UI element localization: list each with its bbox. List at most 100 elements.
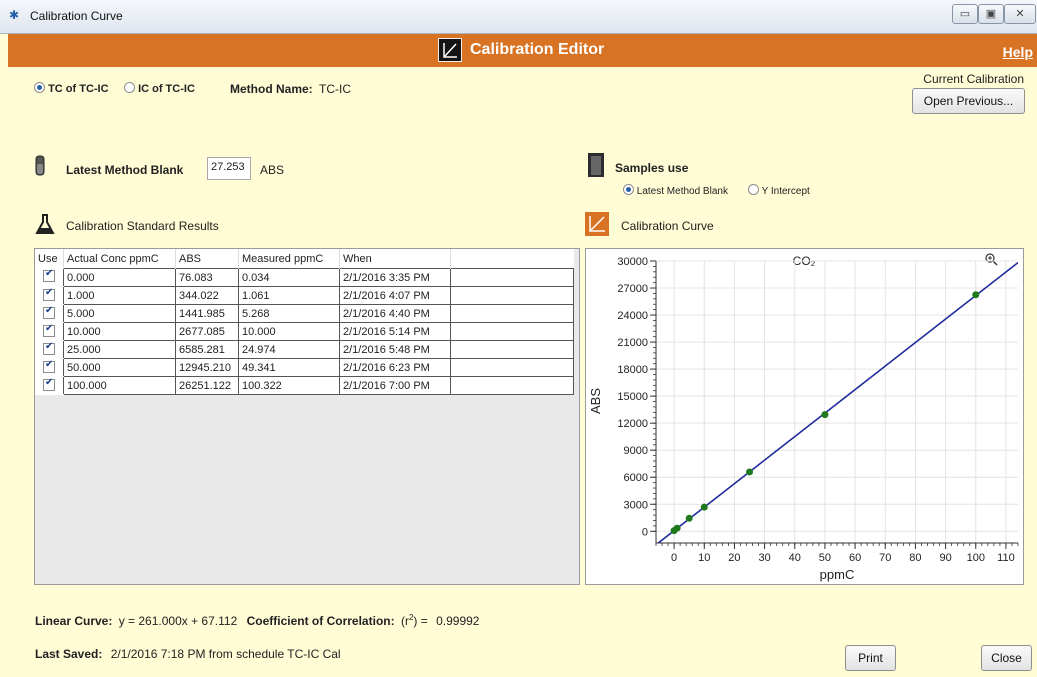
minimize-button[interactable]: ▭ xyxy=(952,4,978,24)
measured-cell[interactable]: 0.034 xyxy=(238,268,340,287)
checkmark-icon: ✔ xyxy=(45,340,54,352)
use-cell[interactable]: ✔ xyxy=(35,304,64,323)
column-header-use[interactable]: Use xyxy=(35,249,64,269)
print-button[interactable]: Print xyxy=(845,645,896,671)
abs-cell[interactable]: 2677.085 xyxy=(175,322,239,341)
table-row[interactable]: ✔ 1.000 344.022 1.061 2/1/2016 4:07 PM xyxy=(35,286,574,305)
use-checkbox[interactable]: ✔ xyxy=(43,340,55,355)
results-title: Calibration Standard Results xyxy=(66,219,219,233)
data-point xyxy=(821,411,829,419)
data-point xyxy=(972,291,980,299)
abs-cell[interactable]: 76.083 xyxy=(175,268,239,287)
zoom-icon[interactable] xyxy=(985,253,998,266)
samples-use-radio-blank[interactable]: Latest Method Blank xyxy=(623,184,728,197)
x-tick-label: 20 xyxy=(728,552,740,564)
measured-cell[interactable]: 49.341 xyxy=(238,358,340,377)
beaker-icon xyxy=(586,152,606,178)
conc-cell[interactable]: 25.000 xyxy=(63,340,176,359)
table-row[interactable]: ✔ 25.000 6585.281 24.974 2/1/2016 5:48 P… xyxy=(35,340,574,359)
radio-icon xyxy=(748,184,759,195)
table-row[interactable]: ✔ 50.000 12945.210 49.341 2/1/2016 6:23 … xyxy=(35,358,574,377)
when-cell[interactable]: 2/1/2016 3:35 PM xyxy=(339,268,451,287)
fit-line xyxy=(656,261,1018,543)
measured-cell[interactable]: 100.322 xyxy=(238,376,340,395)
measured-cell[interactable]: 5.268 xyxy=(238,304,340,323)
conc-cell[interactable]: 1.000 xyxy=(63,286,176,305)
use-checkbox[interactable]: ✔ xyxy=(43,377,55,391)
when-cell[interactable]: 2/1/2016 4:07 PM xyxy=(339,286,451,305)
y-axis-label: ABS xyxy=(588,388,603,414)
conc-cell[interactable]: 50.000 xyxy=(63,358,176,377)
flask-icon xyxy=(34,213,56,235)
r-squared-symbol: (r2) = xyxy=(400,613,428,628)
column-header-measured[interactable]: Measured ppmC xyxy=(238,249,340,269)
use-checkbox[interactable]: ✔ xyxy=(43,268,55,283)
conc-cell[interactable]: 0.000 xyxy=(63,268,176,287)
close-button[interactable]: Close xyxy=(981,645,1032,671)
column-header-actual-conc[interactable]: Actual Conc ppmC xyxy=(63,249,176,269)
filler-cell xyxy=(450,340,574,359)
filler-cell xyxy=(450,376,574,395)
use-checkbox[interactable]: ✔ xyxy=(43,304,55,319)
use-cell[interactable]: ✔ xyxy=(35,322,64,341)
mode-radio-tc[interactable]: TC of TC-IC xyxy=(34,82,109,95)
measured-cell[interactable]: 10.000 xyxy=(238,322,340,341)
samples-use-option-intercept: Y Intercept xyxy=(761,186,810,197)
maximize-button[interactable]: ▣ xyxy=(978,4,1004,24)
when-cell[interactable]: 2/1/2016 6:23 PM xyxy=(339,358,451,377)
when-cell[interactable]: 2/1/2016 4:40 PM xyxy=(339,304,451,323)
test-tube-icon xyxy=(34,155,46,177)
measured-cell[interactable]: 24.974 xyxy=(238,340,340,359)
open-previous-button[interactable]: Open Previous... xyxy=(912,88,1025,114)
use-cell[interactable]: ✔ xyxy=(35,286,64,305)
y-tick-label: 21000 xyxy=(617,337,648,349)
measured-cell[interactable]: 1.061 xyxy=(238,286,340,305)
use-checkbox[interactable]: ✔ xyxy=(43,322,55,337)
use-checkbox[interactable]: ✔ xyxy=(43,358,55,373)
chart-axes xyxy=(655,261,1018,544)
use-cell[interactable]: ✔ xyxy=(35,358,64,377)
method-name-label: Method Name: xyxy=(230,82,313,96)
table-header-row: Use Actual Conc ppmC ABS Measured ppmC W… xyxy=(35,249,573,269)
table-row[interactable]: ✔ 0.000 76.083 0.034 2/1/2016 3:35 PM xyxy=(35,268,574,287)
column-header-filler xyxy=(450,249,573,269)
column-header-abs[interactable]: ABS xyxy=(175,249,239,269)
table-row[interactable]: ✔ 10.000 2677.085 10.000 2/1/2016 5:14 P… xyxy=(35,322,574,341)
when-cell[interactable]: 2/1/2016 5:48 PM xyxy=(339,340,451,359)
y-tick-label: 15000 xyxy=(617,391,648,403)
column-header-when[interactable]: When xyxy=(339,249,451,269)
window-close-button[interactable]: ✕ xyxy=(1004,4,1036,24)
abs-cell[interactable]: 12945.210 xyxy=(175,358,239,377)
filler-cell xyxy=(450,322,574,341)
y-tick-label: 12000 xyxy=(617,418,648,430)
mode-radio-ic[interactable]: IC of TC-IC xyxy=(124,82,195,95)
mode-option-tc-label: TC of TC-IC xyxy=(48,83,109,95)
y-tick-label: 18000 xyxy=(617,364,648,376)
samples-use-radio-intercept[interactable]: Y Intercept xyxy=(748,184,810,197)
use-cell[interactable]: ✔ xyxy=(35,268,64,287)
use-cell[interactable]: ✔ xyxy=(35,376,64,395)
method-name-value: TC-IC xyxy=(319,82,352,96)
conc-cell[interactable]: 10.000 xyxy=(63,322,176,341)
when-cell[interactable]: 2/1/2016 5:14 PM xyxy=(339,322,451,341)
help-link[interactable]: Help xyxy=(1003,44,1033,60)
radio-icon xyxy=(124,82,135,93)
latest-blank-input[interactable]: 27.253 xyxy=(207,157,251,180)
linear-curve-value: y = 261.000x + 67.112 xyxy=(118,614,238,628)
use-cell[interactable]: ✔ xyxy=(35,340,64,359)
table-row[interactable]: ✔ 5.000 1441.985 5.268 2/1/2016 4:40 PM xyxy=(35,304,574,323)
checkmark-icon: ✔ xyxy=(45,304,54,316)
use-checkbox[interactable]: ✔ xyxy=(43,287,55,301)
table-row[interactable]: ✔ 100.000 26251.122 100.322 2/1/2016 7:0… xyxy=(35,376,574,395)
when-cell[interactable]: 2/1/2016 7:00 PM xyxy=(339,376,451,395)
abs-cell[interactable]: 6585.281 xyxy=(175,340,239,359)
abs-cell[interactable]: 26251.122 xyxy=(175,376,239,395)
x-tick-label: 30 xyxy=(758,552,770,564)
checkmark-icon: ✔ xyxy=(45,358,54,370)
abs-cell[interactable]: 344.022 xyxy=(175,286,239,305)
checkmark-icon: ✔ xyxy=(45,322,54,334)
conc-cell[interactable]: 5.000 xyxy=(63,304,176,323)
equation-line: Linear Curve: y = 261.000x + 67.112 Coef… xyxy=(35,613,479,628)
abs-cell[interactable]: 1441.985 xyxy=(175,304,239,323)
conc-cell[interactable]: 100.000 xyxy=(63,376,176,395)
